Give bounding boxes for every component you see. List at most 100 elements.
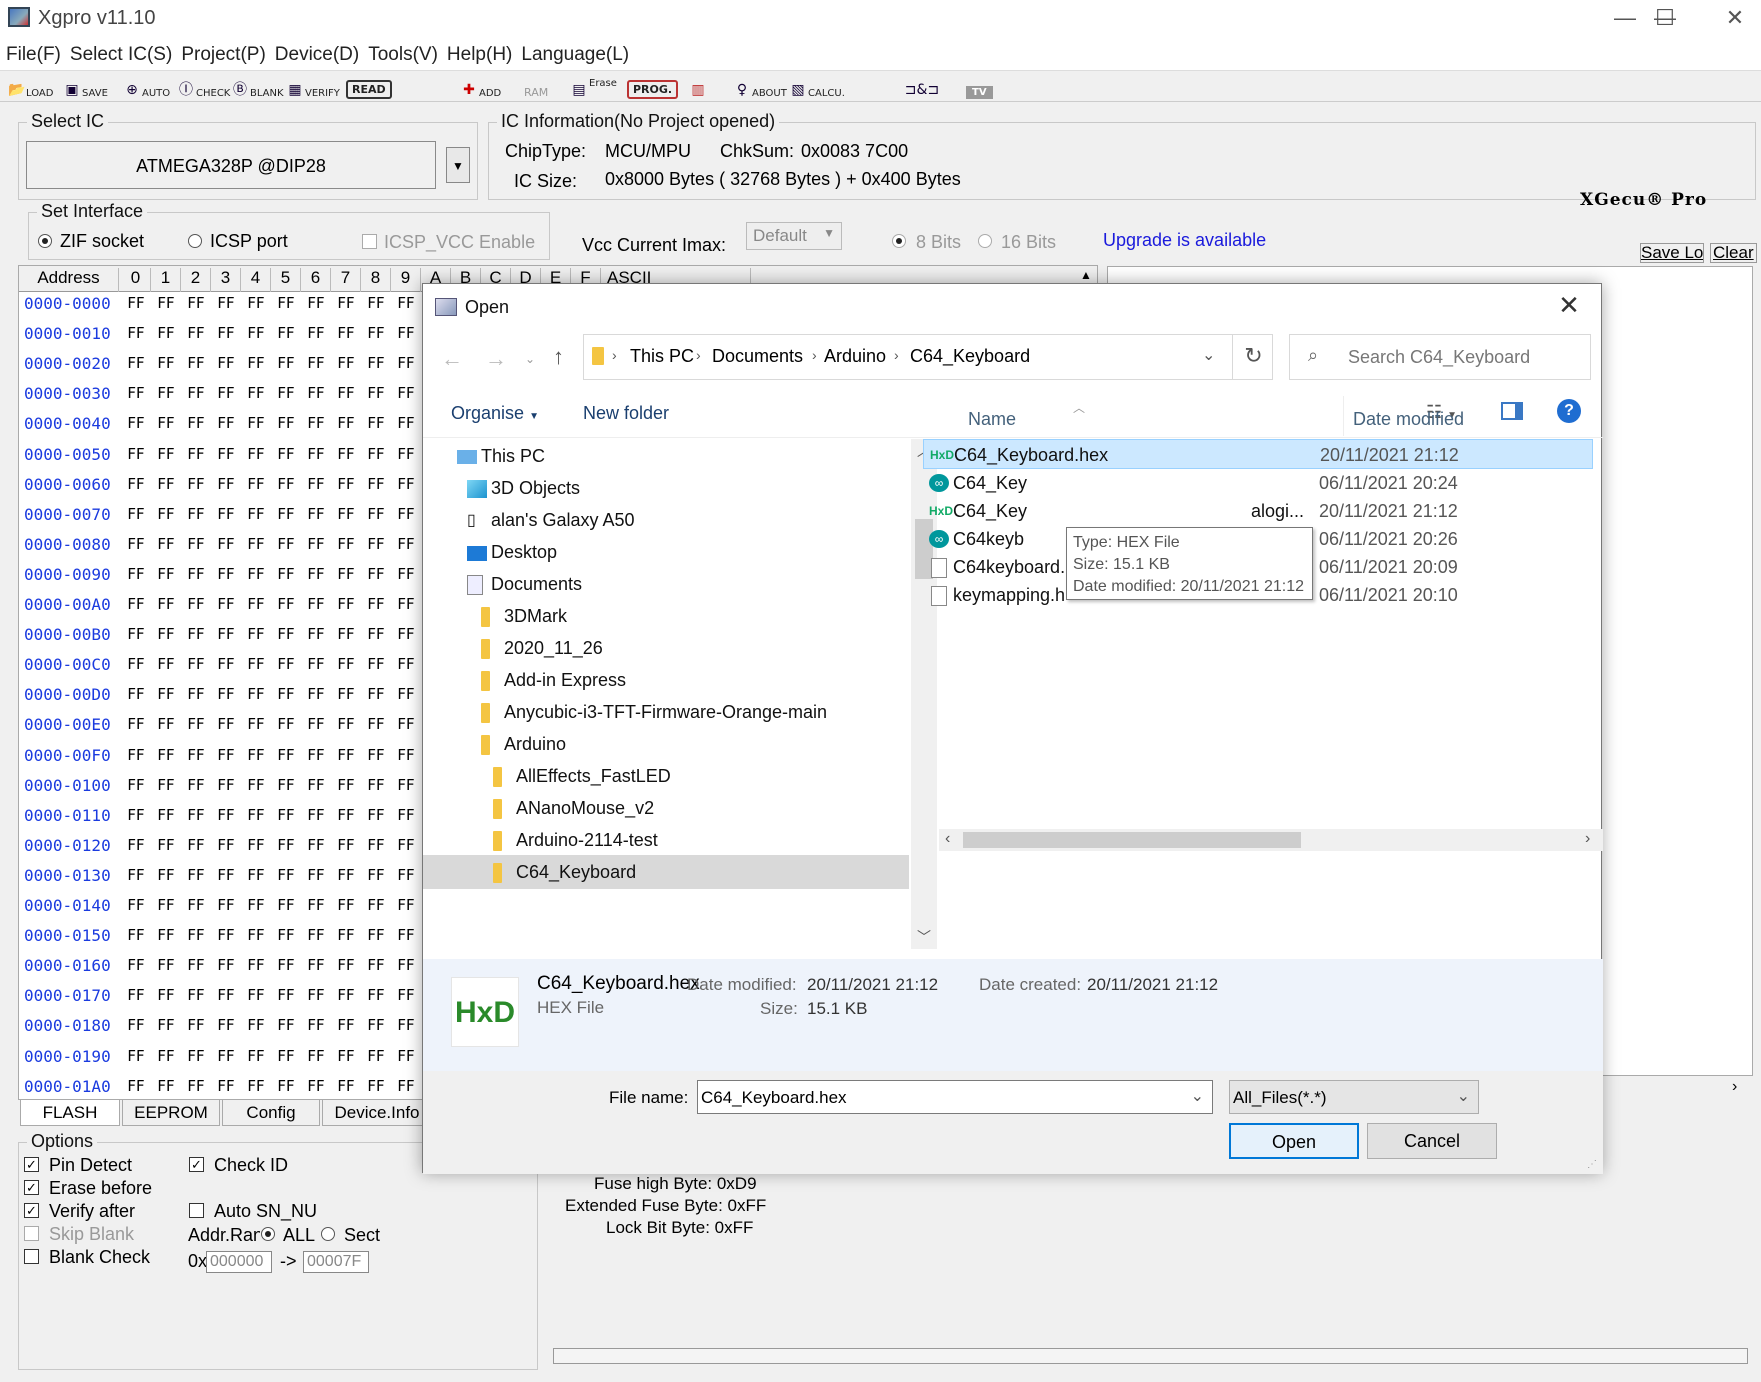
hex-byte[interactable]: FF [241, 445, 271, 463]
hex-byte[interactable]: FF [211, 595, 241, 613]
hex-byte[interactable]: FF [301, 414, 331, 432]
hex-byte[interactable]: FF [121, 384, 151, 402]
addr-from-input[interactable]: 000000 [206, 1251, 272, 1273]
hex-byte[interactable]: FF [331, 926, 361, 944]
hex-byte[interactable]: FF [181, 565, 211, 583]
hex-row-address[interactable]: 0000-0110 [24, 806, 111, 825]
blank-check-checkbox[interactable] [24, 1249, 39, 1264]
hex-byte[interactable]: FF [121, 505, 151, 523]
hex-byte[interactable]: FF [331, 866, 361, 884]
hex-byte[interactable]: FF [211, 414, 241, 432]
hex-byte[interactable]: FF [151, 1077, 181, 1095]
tree-item-anycubic[interactable]: Anycubic-i3-TFT-Firmware-Orange-main [481, 695, 827, 729]
new-folder-button[interactable]: New folder [583, 403, 669, 424]
hex-byte[interactable]: FF [211, 866, 241, 884]
hex-byte[interactable]: FF [121, 655, 151, 673]
menu-device[interactable]: Device(D) [273, 38, 366, 70]
hex-row-address[interactable]: 0000-00A0 [24, 595, 111, 614]
menu-file[interactable]: File(F) [4, 38, 68, 70]
scroll-up-icon[interactable]: ▲ [1080, 268, 1092, 282]
tree-item-alleffects[interactable]: AllEffects_FastLED [493, 759, 671, 793]
hex-byte[interactable]: FF [151, 625, 181, 643]
hex-byte[interactable]: FF [391, 535, 421, 553]
hex-byte[interactable]: FF [241, 655, 271, 673]
hex-byte[interactable]: FF [301, 505, 331, 523]
hex-byte[interactable]: FF [241, 956, 271, 974]
hex-byte[interactable]: FF [391, 354, 421, 372]
tab-flash[interactable]: FLASH [20, 1100, 120, 1126]
hex-byte[interactable]: FF [121, 1077, 151, 1095]
hex-byte[interactable]: FF [301, 1047, 331, 1065]
hex-byte[interactable]: FF [331, 505, 361, 523]
hex-byte[interactable]: FF [211, 986, 241, 1004]
hex-byte[interactable]: FF [301, 354, 331, 372]
hex-byte[interactable]: FF [331, 685, 361, 703]
hex-byte[interactable]: FF [151, 384, 181, 402]
ram-button[interactable]: RAM [524, 75, 548, 99]
erase-before-checkbox[interactable]: ✓ [24, 1180, 39, 1195]
hex-byte[interactable]: FF [241, 926, 271, 944]
hex-byte[interactable]: FF [181, 896, 211, 914]
hex-byte[interactable]: FF [361, 746, 391, 764]
hex-byte[interactable]: FF [151, 1016, 181, 1034]
hex-row-address[interactable]: 0000-0130 [24, 866, 111, 885]
column-header-date[interactable]: Date modified [1353, 409, 1464, 430]
hex-byte[interactable]: FF [211, 776, 241, 794]
tree-item-c64-keyboard[interactable]: C64_Keyboard [423, 855, 909, 889]
hex-byte[interactable]: FF [361, 986, 391, 1004]
hex-byte[interactable]: FF [271, 1047, 301, 1065]
tree-item-galaxy-a50[interactable]: ▯ alan's Galaxy A50 [467, 503, 635, 537]
hex-byte[interactable]: FF [271, 1016, 301, 1034]
hex-byte[interactable]: FF [241, 1016, 271, 1034]
menu-help[interactable]: Help(H) [445, 38, 519, 70]
hex-byte[interactable]: FF [301, 776, 331, 794]
hex-row-address[interactable]: 0000-0040 [24, 414, 111, 433]
read-button[interactable]: READ [346, 75, 392, 99]
hex-byte[interactable]: FF [211, 535, 241, 553]
hex-byte[interactable]: FF [271, 896, 301, 914]
hex-byte[interactable]: FF [391, 565, 421, 583]
hex-byte[interactable]: FF [181, 926, 211, 944]
hex-byte[interactable]: FF [271, 475, 301, 493]
hex-byte[interactable]: FF [211, 926, 241, 944]
hex-byte[interactable]: FF [181, 384, 211, 402]
hex-byte[interactable]: FF [361, 294, 391, 312]
hex-byte[interactable]: FF [121, 776, 151, 794]
hex-byte[interactable]: FF [361, 445, 391, 463]
hex-byte[interactable]: FF [271, 354, 301, 372]
hex-row-address[interactable]: 0000-0190 [24, 1047, 111, 1066]
hex-byte[interactable]: FF [301, 294, 331, 312]
address-bar[interactable]: › This PC › Documents › Arduino › C64_Ke… [583, 334, 1273, 380]
calculator-button[interactable]: ▧ CALCU. [790, 75, 845, 99]
hex-byte[interactable]: FF [361, 565, 391, 583]
hex-byte[interactable]: FF [181, 505, 211, 523]
hex-byte[interactable]: FF [361, 384, 391, 402]
hex-byte[interactable]: FF [121, 445, 151, 463]
save-button[interactable]: ▣ SAVE [64, 75, 108, 99]
hex-byte[interactable]: FF [151, 806, 181, 824]
up-button[interactable]: ↑ [553, 344, 564, 370]
hex-byte[interactable]: FF [121, 806, 151, 824]
hex-byte[interactable]: FF [391, 1077, 421, 1095]
hex-byte[interactable]: FF [331, 445, 361, 463]
hex-byte[interactable]: FF [151, 715, 181, 733]
zif-socket-radio[interactable] [38, 234, 52, 248]
hex-byte[interactable]: FF [301, 926, 331, 944]
hex-byte[interactable]: FF [241, 836, 271, 854]
hex-byte[interactable]: FF [271, 1077, 301, 1095]
hex-byte[interactable]: FF [391, 595, 421, 613]
hex-byte[interactable]: FF [331, 776, 361, 794]
resize-grip-icon[interactable]: ⋰ [1587, 1159, 1597, 1170]
hex-byte[interactable]: FF [301, 625, 331, 643]
hex-byte[interactable]: FF [361, 625, 391, 643]
hex-byte[interactable]: FF [211, 746, 241, 764]
hex-byte[interactable]: FF [151, 565, 181, 583]
hex-byte[interactable]: FF [271, 595, 301, 613]
search-input[interactable]: ⌕ Search C64_Keyboard [1289, 334, 1591, 380]
logic-gate-button[interactable]: ⊐&⊐ [900, 75, 944, 99]
hex-byte[interactable]: FF [361, 836, 391, 854]
hex-byte[interactable]: FF [121, 475, 151, 493]
hex-byte[interactable]: FF [271, 625, 301, 643]
hex-row-address[interactable]: 0000-00B0 [24, 625, 111, 644]
hex-byte[interactable]: FF [181, 685, 211, 703]
